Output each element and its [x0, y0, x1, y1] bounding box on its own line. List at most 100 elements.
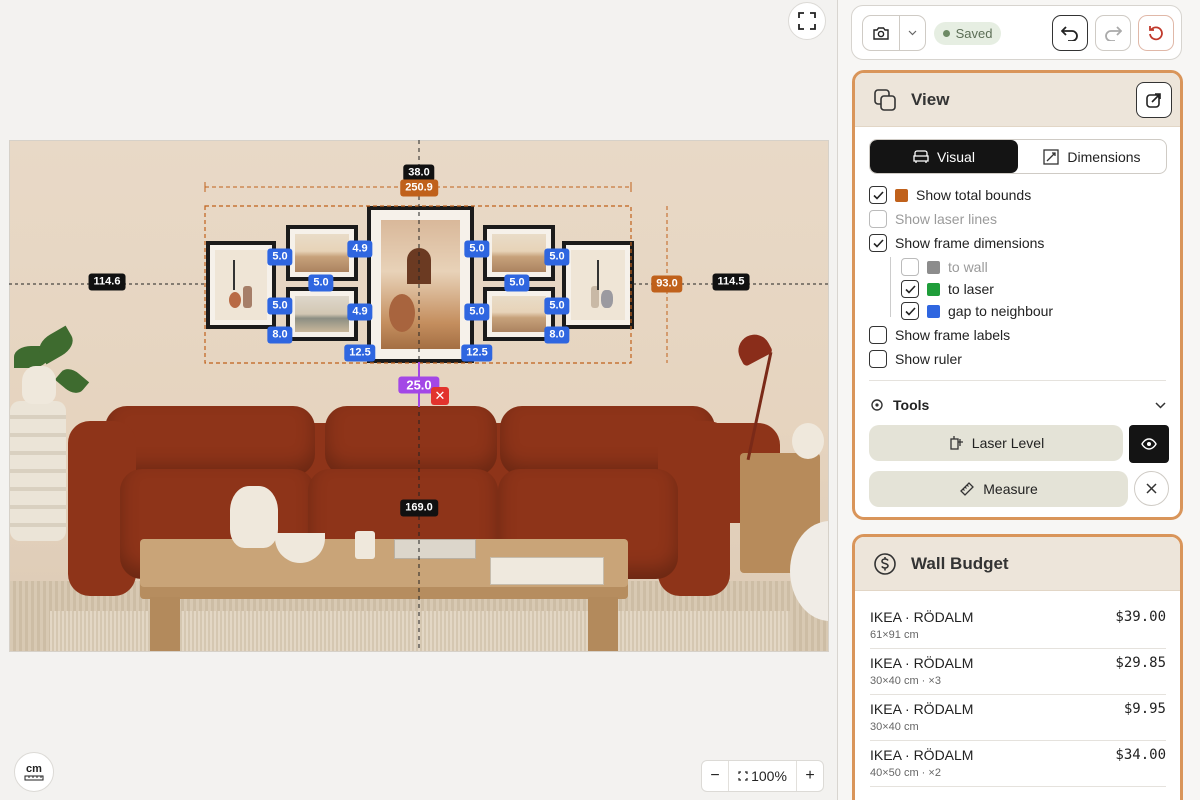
- option-gap-neighbour[interactable]: gap to neighbour: [901, 301, 1053, 321]
- option-label: gap to neighbour: [948, 303, 1054, 319]
- gap-label: 4.9: [347, 303, 373, 321]
- gap-label: 4.9: [347, 240, 373, 258]
- status-dot: [942, 30, 950, 37]
- sofa-icon: [913, 149, 929, 163]
- gap-label: 5.0: [544, 248, 570, 266]
- redo-icon: [1105, 26, 1122, 41]
- unit-toggle-button[interactable]: cm: [14, 752, 54, 792]
- view-mode-segment: Visual Dimensions: [869, 139, 1167, 174]
- option-ruler[interactable]: Show ruler: [869, 349, 962, 369]
- saved-label: Saved: [955, 26, 993, 41]
- budget-header: Wall Budget: [855, 537, 1180, 591]
- checkbox-checked[interactable]: [869, 234, 887, 252]
- option-frame-labels[interactable]: Show frame labels: [869, 325, 1010, 345]
- fullscreen-button[interactable]: [788, 2, 826, 40]
- gap-label: 12.5: [344, 344, 376, 362]
- view-panel: View Visual Dimensions Show total bounds…: [852, 70, 1183, 520]
- item-price: $9.95: [1123, 701, 1166, 717]
- top-toolbar: Saved: [851, 5, 1182, 60]
- fullscreen-icon: [798, 12, 816, 30]
- ruler-icon: [24, 775, 44, 781]
- item-detail: 61×91 cm: [870, 629, 919, 641]
- checkbox-checked[interactable]: [901, 302, 919, 320]
- checkbox-unchecked[interactable]: [869, 326, 887, 344]
- zoom-control: − 100% +: [701, 760, 824, 792]
- checkbox-unchecked[interactable]: [869, 210, 887, 228]
- gap-label: 8.0: [267, 326, 293, 344]
- tag-layer: 38.0 250.9 114.6 114.5 93.0 169.0 25.0 5…: [9, 140, 829, 652]
- remove-laser-button[interactable]: ✕: [431, 387, 449, 405]
- redo-button[interactable]: [1095, 15, 1131, 51]
- layers-icon: [874, 88, 896, 111]
- share-button[interactable]: [1136, 82, 1172, 118]
- option-label: Show total bounds: [916, 187, 1032, 203]
- measure-button[interactable]: Measure: [869, 471, 1128, 507]
- eye-icon: [1141, 438, 1157, 450]
- canvas-area[interactable]: 38.0 250.9 114.6 114.5 93.0 169.0 25.0 5…: [0, 0, 838, 800]
- laser-level-label: Laser Level: [971, 435, 1045, 451]
- item-price: $34.00: [1115, 747, 1166, 763]
- item-price: $29.85: [1115, 655, 1166, 671]
- item-detail: 30×40 cm · ×3: [870, 675, 941, 687]
- bounds-width-label: 250.9: [400, 179, 438, 197]
- option-frame-dimensions[interactable]: Show frame dimensions: [869, 233, 1044, 253]
- checkbox-unchecked[interactable]: [901, 258, 919, 276]
- close-icon: [1146, 483, 1157, 494]
- option-to-laser[interactable]: to laser: [901, 279, 994, 299]
- list-item[interactable]: IKEA · RÖDALM 61×91 cm $39.00: [870, 603, 1166, 649]
- to-wall-color-swatch: [927, 260, 940, 274]
- item-name: IKEA · RÖDALM: [870, 747, 974, 763]
- option-label: Show frame labels: [895, 327, 1011, 343]
- chevron-down-icon[interactable]: [899, 16, 925, 50]
- saved-status-badge: Saved: [934, 22, 1001, 45]
- zoom-in-button[interactable]: +: [797, 767, 823, 785]
- option-to-wall[interactable]: to wall: [901, 257, 988, 277]
- list-item[interactable]: IKEA · RÖDALM 30×40 cm $9.95: [870, 695, 1166, 741]
- tab-visual[interactable]: Visual: [870, 140, 1018, 173]
- option-total-bounds[interactable]: Show total bounds: [869, 185, 1031, 205]
- item-name: IKEA · RÖDALM: [870, 609, 974, 625]
- tools-section-header[interactable]: Tools: [869, 393, 1166, 417]
- right-wall-label: 114.5: [712, 273, 750, 291]
- laser-level-icon: [950, 436, 963, 450]
- option-label: Show frame dimensions: [895, 235, 1045, 251]
- gap-label: 5.0: [267, 248, 293, 266]
- close-measure-button[interactable]: [1134, 471, 1169, 506]
- item-name: IKEA · RÖDALM: [870, 701, 974, 717]
- list-item[interactable]: IKEA · RÖDALM 40×50 cm · ×2 $34.00: [870, 741, 1166, 787]
- left-wall-label: 114.6: [88, 273, 126, 291]
- tab-visual-label: Visual: [937, 148, 975, 165]
- checkbox-checked[interactable]: [901, 280, 919, 298]
- undo-button[interactable]: [1052, 15, 1088, 51]
- option-laser-lines[interactable]: Show laser lines: [869, 209, 997, 229]
- wall-budget-panel: Wall Budget IKEA · RÖDALM 61×91 cm $39.0…: [852, 534, 1183, 800]
- checkbox-unchecked[interactable]: [869, 350, 887, 368]
- laser-visibility-toggle[interactable]: [1129, 425, 1169, 463]
- zoom-out-button[interactable]: −: [702, 767, 728, 785]
- fit-icon: [738, 771, 748, 781]
- checkbox-checked[interactable]: [869, 186, 887, 204]
- gap-label: 5.0: [308, 274, 334, 292]
- floor-distance-label: 169.0: [400, 499, 438, 517]
- chevron-down-icon: [1155, 401, 1166, 409]
- gap-label: 5.0: [267, 297, 293, 315]
- dollar-icon: [874, 552, 896, 575]
- list-item[interactable]: IKEA · RÖDALM 30×40 cm · ×3 $29.85: [870, 649, 1166, 695]
- view-header: View: [855, 73, 1180, 127]
- bounds-height-label: 93.0: [651, 275, 683, 293]
- tools-title: Tools: [893, 397, 930, 413]
- gap-color-swatch: [927, 304, 940, 318]
- gap-label: 5.0: [544, 297, 570, 315]
- snapshot-button[interactable]: [862, 15, 926, 51]
- item-detail: 40×50 cm · ×2: [870, 767, 941, 779]
- side-panel: Saved View Visual Dimensions Show total …: [838, 0, 1200, 800]
- tab-dimensions-label: Dimensions: [1067, 148, 1141, 165]
- measure-label: Measure: [983, 481, 1038, 497]
- reset-button[interactable]: [1138, 15, 1174, 51]
- item-detail: 30×40 cm: [870, 721, 919, 733]
- item-name: IKEA · RÖDALM: [870, 655, 974, 671]
- view-title: View: [911, 89, 950, 109]
- zoom-fit-button[interactable]: 100%: [728, 761, 797, 791]
- laser-level-button[interactable]: Laser Level: [869, 425, 1123, 461]
- tab-dimensions[interactable]: Dimensions: [1018, 140, 1166, 173]
